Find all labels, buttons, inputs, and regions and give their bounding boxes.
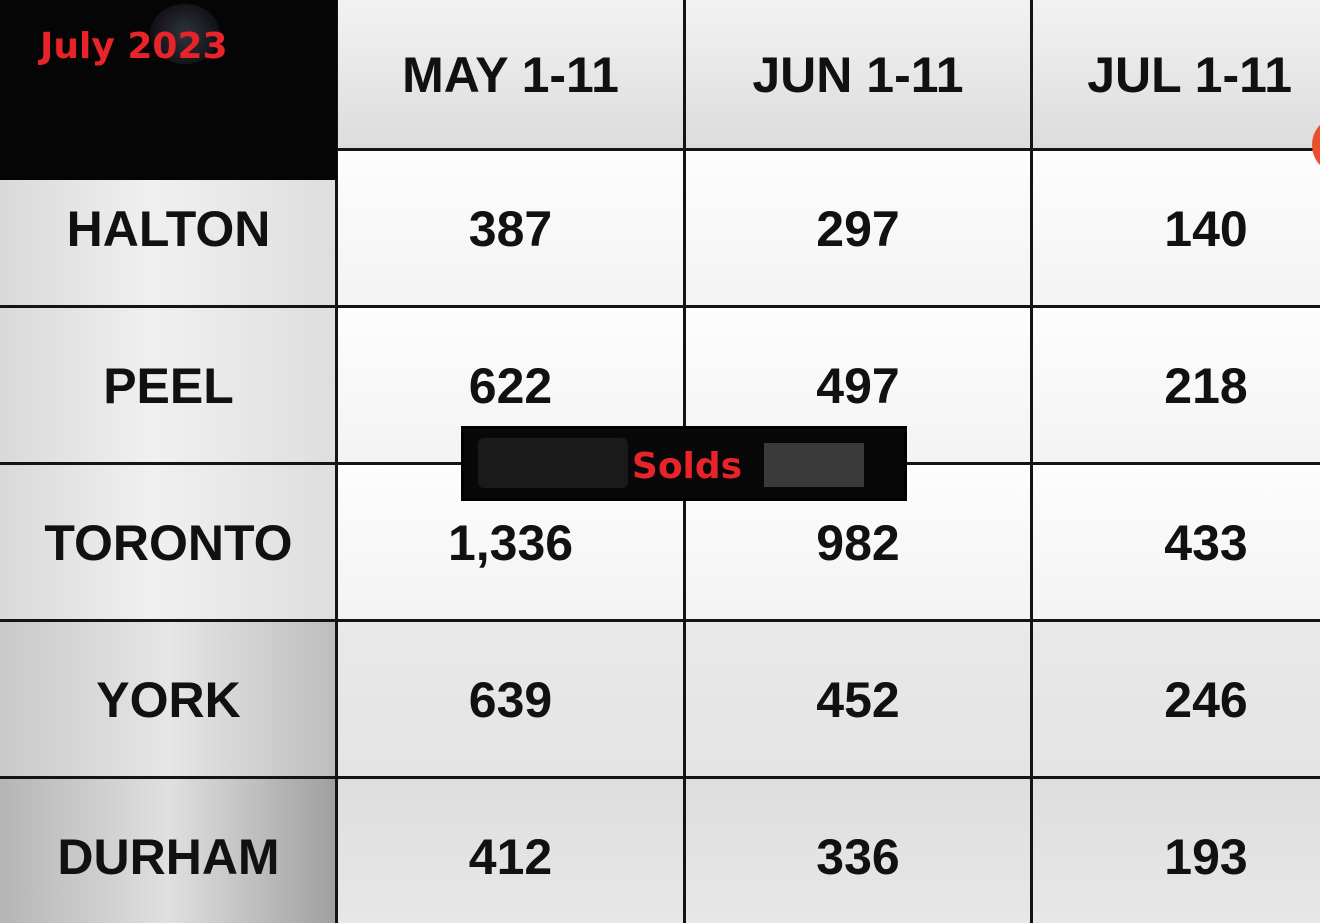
cell-halton-jun: 297 <box>684 150 1032 307</box>
sales-table-slide: MAY 1-11 JUN 1-11 JUL 1-11 HALTON 387 29… <box>0 0 1320 923</box>
row-header-peel: PEEL <box>0 307 337 464</box>
cell-peel-jul: 218 <box>1032 307 1320 464</box>
cell-durham-may: 412 <box>337 778 684 923</box>
cell-york-jun: 452 <box>684 621 1032 778</box>
cell-york-jul: 246 <box>1032 621 1320 778</box>
cell-toronto-jul: 433 <box>1032 464 1320 621</box>
grid-line-h5 <box>0 776 1320 779</box>
grid-line-h2 <box>0 305 1320 308</box>
cell-york-may: 639 <box>337 621 684 778</box>
cell-halton-jul: 140 <box>1032 150 1320 307</box>
title-overlay: July 2023 <box>0 0 337 180</box>
row-header-york: YORK <box>0 621 337 778</box>
cell-durham-jun: 336 <box>684 778 1032 923</box>
cell-durham-jul: 193 <box>1032 778 1320 923</box>
column-header-jul: JUL 1-11 <box>1032 0 1320 150</box>
row-header-durham: DURHAM <box>0 778 337 923</box>
column-header-may: MAY 1-11 <box>337 0 684 150</box>
column-header-jun: JUN 1-11 <box>684 0 1032 150</box>
solds-label: Solds <box>631 446 743 487</box>
overlay-title: July 2023 <box>40 26 228 67</box>
row-header-toronto: TORONTO <box>0 464 337 621</box>
grid-line-h4 <box>0 619 1320 622</box>
solds-overlay: Solds <box>461 426 907 501</box>
cell-halton-may: 387 <box>337 150 684 307</box>
